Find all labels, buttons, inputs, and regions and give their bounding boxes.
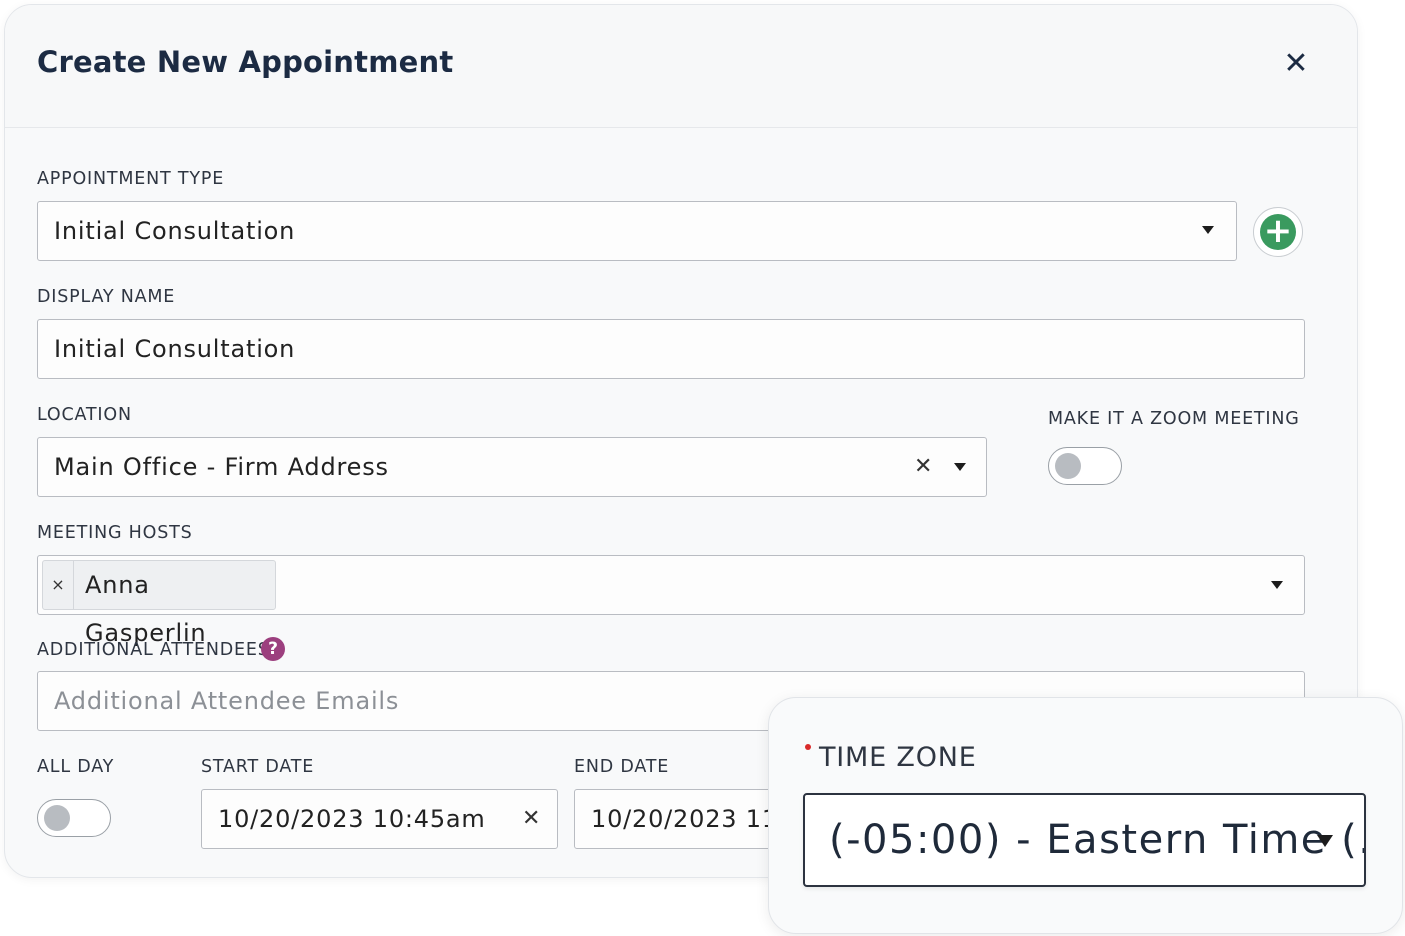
all-day-label: ALL DAY — [37, 757, 115, 777]
toggle-knob — [44, 805, 70, 831]
chevron-down-icon — [1317, 835, 1333, 847]
appointment-type-label: APPOINTMENT TYPE — [37, 169, 225, 189]
location-select[interactable]: Main Office - Firm Address ✕ — [37, 437, 987, 497]
meeting-hosts-label: MEETING HOSTS — [37, 523, 193, 543]
required-indicator — [805, 744, 811, 750]
time-zone-select[interactable]: (-05:00) - Eastern Time (... — [803, 793, 1366, 887]
start-date-value: 10/20/2023 10:45am — [218, 805, 486, 833]
host-chip: × Anna Gasperlin — [42, 560, 276, 647]
clear-location-icon[interactable]: ✕ — [914, 456, 932, 478]
close-icon[interactable]: ✕ — [1281, 49, 1311, 79]
time-zone-card: TIME ZONE (-05:00) - Eastern Time (... — [768, 697, 1403, 934]
display-name-input[interactable]: Initial Consultation — [37, 319, 1305, 379]
all-day-toggle[interactable] — [37, 799, 111, 837]
appointment-type-value: Initial Consultation — [54, 217, 296, 245]
help-icon[interactable]: ? — [261, 637, 285, 661]
end-date-value: 10/20/2023 11 — [591, 805, 778, 833]
chevron-down-icon — [1202, 226, 1214, 234]
modal-header: Create New Appointment ✕ — [5, 5, 1357, 128]
host-chip-label: Anna Gasperlin — [85, 571, 207, 647]
chevron-down-icon — [954, 463, 966, 471]
toggle-knob — [1055, 453, 1081, 479]
additional-attendees-label: ADDITIONAL ATTENDEES — [37, 640, 270, 660]
zoom-meeting-toggle[interactable] — [1048, 447, 1122, 485]
appointment-type-select[interactable]: Initial Consultation — [37, 201, 1237, 261]
time-zone-label: TIME ZONE — [819, 742, 977, 773]
start-date-input[interactable]: 10/20/2023 10:45am ✕ — [201, 789, 558, 849]
meeting-hosts-select[interactable]: × Anna Gasperlin — [37, 555, 1305, 647]
end-date-label: END DATE — [574, 757, 670, 777]
location-label: LOCATION — [37, 405, 132, 425]
clear-start-date-icon[interactable]: ✕ — [522, 808, 540, 830]
time-zone-value: (-05:00) - Eastern Time (... — [829, 817, 1366, 863]
zoom-meeting-label: MAKE IT A ZOOM MEETING — [1048, 409, 1300, 429]
plus-icon: + — [1260, 214, 1296, 250]
display-name-value: Initial Consultation — [54, 335, 296, 363]
location-value: Main Office - Firm Address — [54, 453, 389, 481]
display-name-label: DISPLAY NAME — [37, 287, 176, 307]
remove-host-icon[interactable]: × — [43, 561, 74, 609]
add-appointment-type-button[interactable]: + — [1253, 207, 1303, 257]
chevron-down-icon — [1271, 581, 1283, 589]
additional-attendees-placeholder: Additional Attendee Emails — [54, 687, 400, 715]
modal-title: Create New Appointment — [37, 45, 454, 79]
start-date-label: START DATE — [201, 757, 315, 777]
